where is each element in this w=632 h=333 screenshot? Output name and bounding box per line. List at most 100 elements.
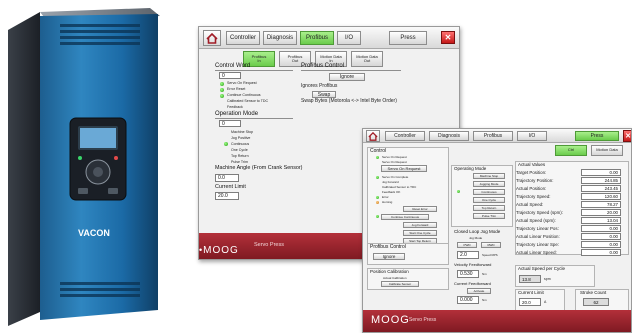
status-label: Feedback <box>227 105 243 109</box>
control-label: Jog Forward <box>382 180 399 184</box>
close-button[interactable]: ✕ <box>623 130 631 142</box>
status-label: Error Reset <box>227 87 246 91</box>
row-value: 0.00 <box>581 233 621 240</box>
row-value: 120.60 <box>581 193 621 200</box>
operating-mode-title: Operating Mode <box>454 166 487 171</box>
subtab-label: Motion Data In <box>320 53 342 63</box>
tab-press[interactable]: Press <box>389 31 427 45</box>
profibus-control-title: Profibus Control <box>301 63 345 69</box>
rwd-button[interactable]: RWD <box>481 242 501 248</box>
control-label: Servo On Request <box>382 160 407 164</box>
row-label: Actual Speed: <box>516 202 544 207</box>
current-feedforward-field[interactable]: 0.000 <box>457 296 479 304</box>
row-value: 20.00 <box>581 209 621 216</box>
velocity-feedforward-field[interactable]: 0.530 <box>457 270 479 278</box>
tab-io[interactable]: I/O <box>337 31 361 45</box>
closed-loop-jog-title: Closed Loop Jog Mode <box>454 229 501 234</box>
current-limit-title: Current Limit <box>518 290 544 295</box>
row-value: 78.27 <box>581 201 621 208</box>
row-label: Trajectory Linear Pos: <box>516 226 559 231</box>
row-value: 13.04 <box>581 217 621 224</box>
row-label: Trajectory Speed (spm): <box>516 210 563 215</box>
row-value: 243.45 <box>581 185 621 192</box>
status-led <box>220 82 224 86</box>
row-label: Trajectory Position: <box>516 178 554 183</box>
control-label: Servo On Complete <box>382 175 409 179</box>
ignore-button[interactable]: Ignore <box>329 73 365 81</box>
home-button[interactable] <box>203 30 221 46</box>
velocity-feedforward-unit: Nm <box>482 272 487 276</box>
continue-continuous-button[interactable]: Continue Continuous <box>381 214 429 220</box>
row-value: 0.00 <box>581 241 621 248</box>
row-label: Target Position: <box>516 170 547 175</box>
jog-speed-field[interactable]: 2.0 <box>457 251 479 259</box>
table-row: Actual Linear Speed: 0.00 <box>515 249 629 257</box>
activate-button[interactable]: Activate <box>467 288 491 294</box>
tab-profibus[interactable]: Profibus <box>473 131 513 141</box>
mode-label: Jog Positive <box>231 136 251 140</box>
tab-profibus[interactable]: Profibus <box>300 31 334 45</box>
svg-text:VACON: VACON <box>78 228 110 238</box>
control-label: Servo On Request <box>382 155 407 159</box>
pwd-button[interactable]: PWD <box>457 242 477 248</box>
actual-values-title: Actual Values <box>518 162 546 167</box>
tab-controller[interactable]: Controller <box>226 31 260 45</box>
row-label: Actual Speed (spm): <box>516 218 556 223</box>
moog-footer: MOOG Servo Press <box>363 310 631 332</box>
mode-led <box>224 142 228 146</box>
subtab-ctrl[interactable]: Ctrl <box>555 145 587 156</box>
machine-stop-button[interactable]: Machine Stop <box>473 173 505 179</box>
control-label: Error <box>382 195 389 199</box>
status-led <box>220 88 224 92</box>
control-word-field: 0 <box>219 72 241 79</box>
table-row: Trajectory Speed (spm): 20.00 <box>515 209 629 217</box>
one-cycle-button[interactable]: One Cycle <box>473 197 505 203</box>
pulse-trim-button[interactable]: Pulse Trim <box>473 213 505 219</box>
control-title: Control <box>370 148 387 154</box>
tab-press[interactable]: Press <box>575 131 619 141</box>
calibrate-sensor-button[interactable]: Calibrate Sensor <box>381 281 419 287</box>
subtab-label: Motion Data Out <box>356 53 378 63</box>
tab-io[interactable]: I/O <box>517 131 547 141</box>
control-led <box>376 156 379 159</box>
subtab-label: Profibus Out <box>287 53 303 63</box>
tab-controller[interactable]: Controller <box>385 131 425 141</box>
home-button[interactable] <box>366 130 380 142</box>
current-limit-field: 20.0 <box>215 192 239 200</box>
top-return-button[interactable]: Top Return <box>473 205 505 211</box>
row-value: 0.00 <box>581 169 621 176</box>
mode-label: Top Return <box>231 154 249 158</box>
mode-label: One Cycle <box>231 148 248 152</box>
machine-angle-field: 0.0 <box>215 174 239 182</box>
jogging-mode-button[interactable]: Jogging Mode <box>473 181 505 187</box>
status-label: Servo On Request <box>227 81 257 85</box>
table-row: Target Position: 0.00 <box>515 169 629 177</box>
current-limit-field[interactable]: 20.0 <box>519 298 541 306</box>
start-one-cycle-button[interactable]: Start One Cycle <box>403 230 437 236</box>
jog-forward-button[interactable]: Jog Forward <box>403 222 437 228</box>
frequency-drive-photo: VACON <box>8 8 160 326</box>
status-label: Continue Continuous <box>227 93 261 97</box>
actual-speed-cycle-unit: spm <box>544 277 551 281</box>
ignores-profibus-label: Ignores Profibus <box>301 83 338 89</box>
swap-button[interactable]: Swap <box>312 91 336 98</box>
servo-on-request-button[interactable]: Servo On Request <box>381 165 427 172</box>
tab-diagnosis[interactable]: Diagnosis <box>429 131 469 141</box>
subtab-motion-data[interactable]: Motion Data <box>591 145 623 156</box>
reset-error-button[interactable]: Reset Error <box>403 206 437 212</box>
row-value: 244.85 <box>581 177 621 184</box>
subtab-motion-data-out[interactable]: Motion Data Out <box>351 51 383 67</box>
close-button[interactable]: ✕ <box>441 31 455 44</box>
swap-label: Swap Bytes (Motorola <-> Intel Byte Orde… <box>301 98 397 104</box>
subtab-label: Ctrl <box>567 147 575 153</box>
control-led <box>376 196 379 199</box>
table-row: Actual Position: 243.45 <box>515 185 629 193</box>
ignore-button[interactable]: Ignore <box>373 253 405 260</box>
continuous-button[interactable]: Continuous <box>473 189 505 195</box>
control-label: Homing <box>382 200 393 204</box>
tab-diagnosis[interactable]: Diagnosis <box>263 31 297 45</box>
actual-speed-cycle-field: 13.8 <box>519 275 541 283</box>
footer-tagline: Servo Press <box>409 317 437 323</box>
control-led <box>376 201 379 204</box>
actual-calibration-label: Actual Calibration <box>383 276 407 280</box>
